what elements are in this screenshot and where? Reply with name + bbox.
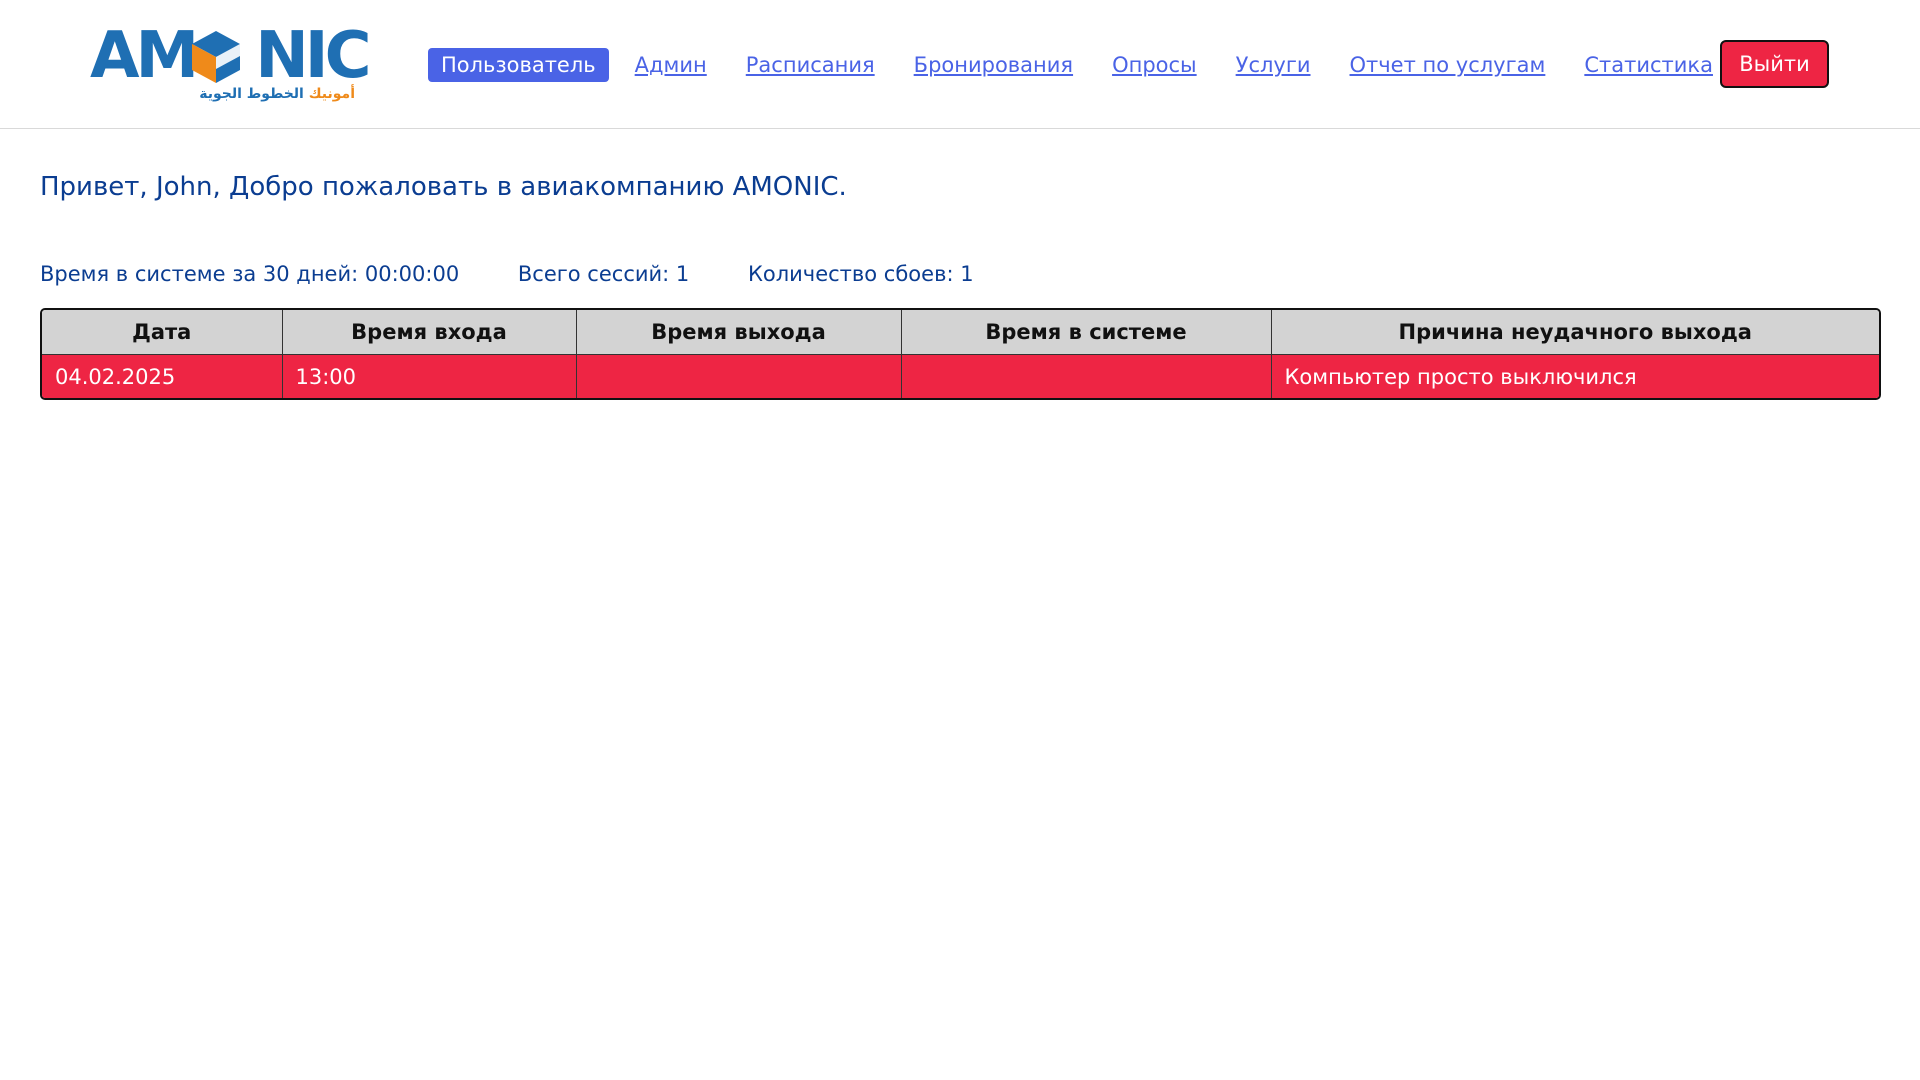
cell-time-in-system: [901, 354, 1272, 398]
header-time-in-system: Время в системе: [901, 310, 1272, 355]
cell-failure-reason: Компьютер просто выключился: [1271, 354, 1879, 398]
main-nav: Пользователь Админ Расписания Бронирован…: [428, 40, 1752, 90]
header-failure-reason: Причина неудачного выхода: [1271, 310, 1879, 355]
cell-logout-time: [576, 354, 902, 398]
top-header: AM NIC أمونيك الخطوط الجوية Пользователь …: [0, 0, 1920, 129]
nav-item-bookings[interactable]: Бронирования: [914, 53, 1073, 77]
nav-item-statistics[interactable]: Статистика: [1584, 53, 1713, 77]
logo-cube-icon: [192, 31, 240, 83]
welcome-greeting: Привет, John, Добро пожаловать в авиаком…: [40, 172, 847, 202]
stat-time-30-days: Время в системе за 30 дней: 00:00:00: [40, 262, 460, 286]
nav-item-services[interactable]: Услуги: [1236, 53, 1311, 77]
sessions-table: Дата Время входа Время выхода Время в си…: [42, 310, 1879, 398]
table-row[interactable]: 04.02.2025 13:00 Компьютер просто выключ…: [42, 354, 1879, 398]
table-header-row: Дата Время входа Время выхода Время в си…: [42, 310, 1879, 355]
nav-item-surveys[interactable]: Опросы: [1112, 53, 1197, 77]
amonic-logo: AM NIC أمونيك الخطوط الجوية: [90, 24, 372, 108]
nav-item-schedules[interactable]: Расписания: [746, 53, 875, 77]
cell-date: 04.02.2025: [42, 354, 283, 398]
logo-arabic-orange: أمونيك: [308, 86, 355, 102]
nav-item-user[interactable]: Пользователь: [428, 48, 609, 82]
logo-text-left: AM: [90, 19, 199, 93]
nav-item-admin[interactable]: Админ: [635, 53, 707, 77]
header-logout-time: Время выхода: [576, 310, 902, 355]
sessions-table-wrapper: Дата Время входа Время выхода Время в си…: [40, 308, 1881, 400]
logo-arabic-blue: الخطوط الجوية: [199, 86, 304, 102]
cell-login-time: 13:00: [282, 354, 577, 398]
session-stats: Время в системе за 30 дней: 00:00:00 Все…: [40, 262, 974, 286]
logo-text-right: NIC: [255, 19, 371, 93]
stat-total-sessions: Всего сессий: 1: [517, 262, 690, 286]
logo-arabic-tagline: أمونيك الخطوط الجوية: [199, 86, 355, 102]
header-login-time: Время входа: [282, 310, 577, 355]
header-date: Дата: [42, 310, 283, 355]
nav-item-services-report[interactable]: Отчет по услугам: [1350, 53, 1546, 77]
logout-button[interactable]: Выйти: [1720, 40, 1829, 88]
stat-crash-count: Количество сбоев: 1: [747, 262, 974, 286]
